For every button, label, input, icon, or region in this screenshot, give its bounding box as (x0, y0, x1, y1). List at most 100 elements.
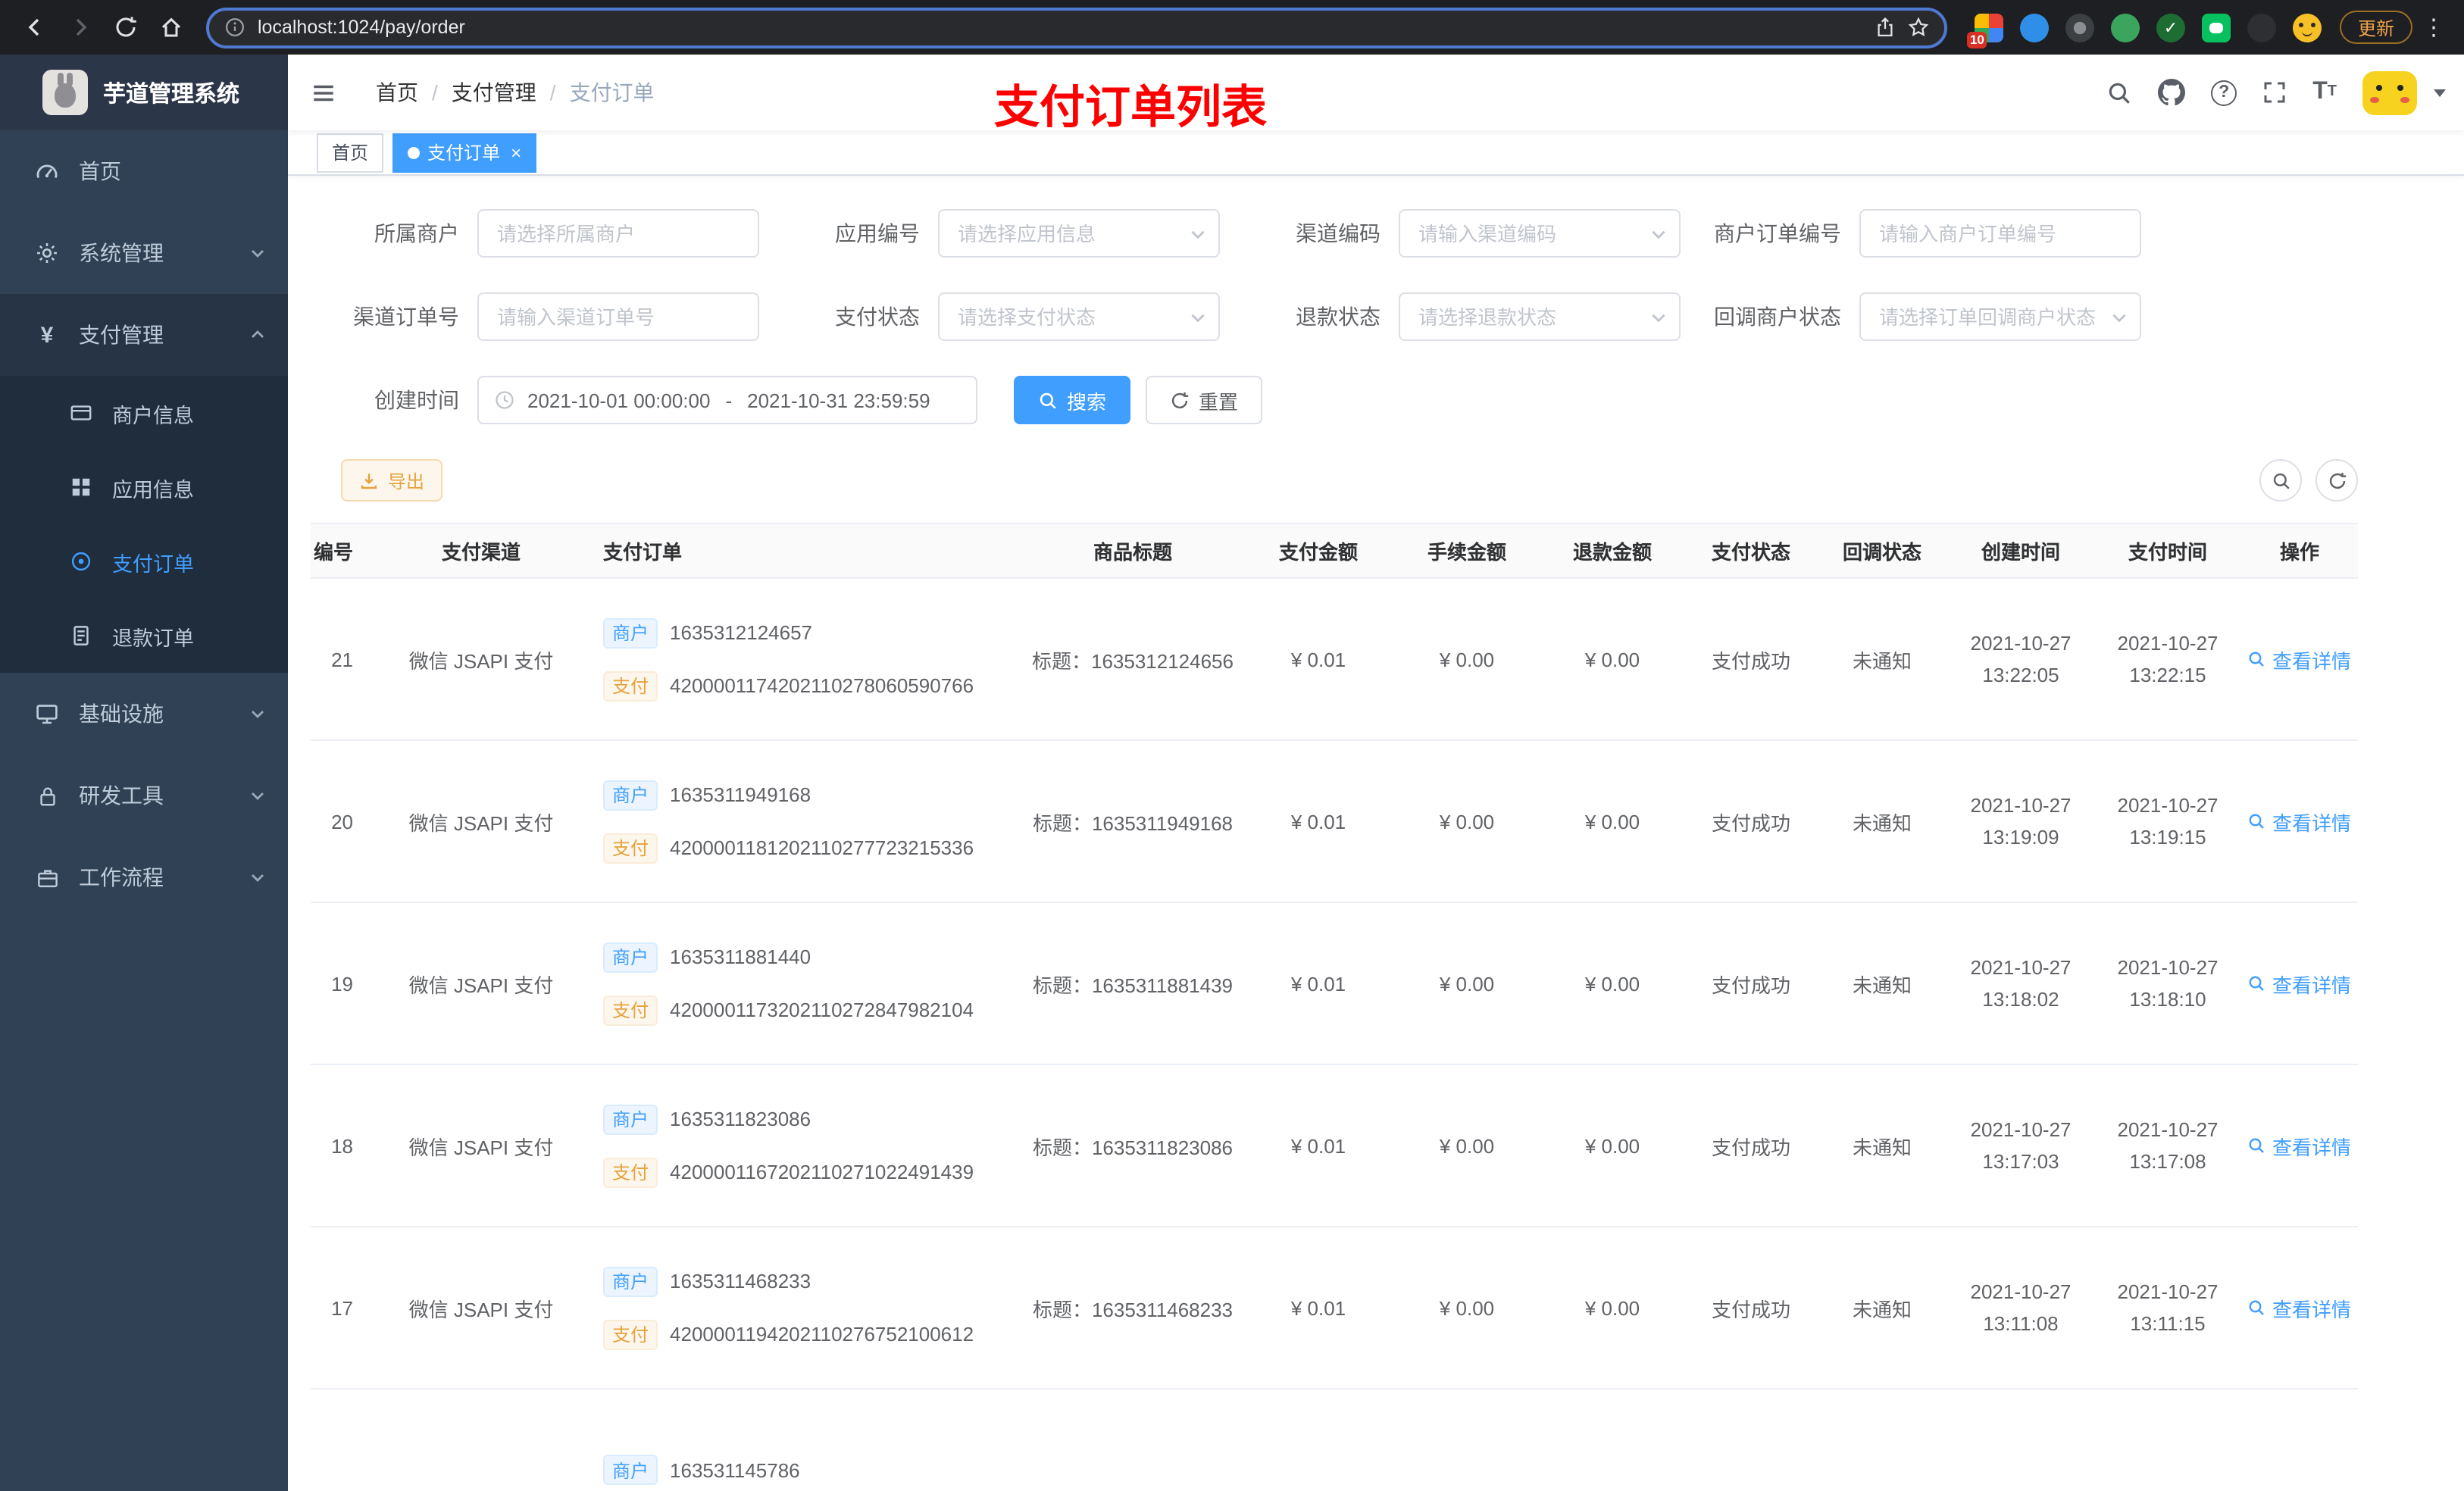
sidebar-item-pay[interactable]: ¥ 支付管理 (0, 294, 288, 376)
merchant-select[interactable] (479, 211, 758, 256)
cell-title: 标题：1635311823086 (1023, 1064, 1243, 1227)
table-toolbar: 导出 (311, 459, 2449, 502)
channel-code-select[interactable] (1400, 211, 1679, 256)
site-info-icon[interactable] (224, 17, 245, 38)
extension-icon[interactable] (2292, 13, 2322, 42)
avatar-caret-icon[interactable] (2434, 89, 2446, 96)
sidebar-item-system[interactable]: 系统管理 (0, 212, 288, 294)
merchant-order-no-input[interactable] (1861, 211, 2140, 256)
view-detail-link[interactable]: 查看详情 (2248, 969, 2351, 998)
cell-fee: ¥ 0.00 (1394, 1064, 1540, 1227)
breadcrumb-item[interactable]: 首页 (376, 77, 418, 108)
sidebar-item-app-info[interactable]: 应用信息 (0, 450, 288, 524)
date-start-value: 2021-10-01 00:00:00 (527, 389, 711, 411)
filter-label: 创建时间 (374, 388, 459, 412)
forward-icon[interactable] (61, 8, 100, 47)
browser-update-button[interactable]: 更新 (2339, 11, 2412, 44)
create-time-range-picker[interactable]: 2021-10-01 00:00:00 - 2021-10-31 23:59:5… (477, 376, 977, 424)
cell-amount: ¥ 0.01 (1243, 578, 1394, 741)
sidebar-item-workflow[interactable]: 工作流程 (0, 836, 288, 918)
page-title: 支付订单列表 (994, 83, 1267, 133)
help-icon[interactable]: ? (2211, 80, 2237, 105)
fullscreen-icon[interactable] (2262, 80, 2287, 105)
cell-status: 支付成功 (1685, 902, 1817, 1065)
breadcrumb-item[interactable]: 支付管理 (452, 77, 536, 108)
pay-tag: 支付 (603, 670, 658, 701)
cell-title: 标题：1635311468233 (1023, 1227, 1243, 1389)
share-icon[interactable] (1875, 17, 1896, 38)
extension-icon[interactable]: 10 (1966, 13, 2003, 48)
cell-fee: ¥ 0.00 (1394, 578, 1540, 741)
reload-icon[interactable] (106, 8, 145, 47)
cell-notify: 未通知 (1817, 1064, 1947, 1227)
extension-icon[interactable] (2110, 13, 2140, 42)
app-title: 芋道管理系统 (103, 81, 240, 107)
bookmark-star-icon[interactable] (1908, 17, 1929, 38)
cell-refund: ¥ 0.00 (1540, 1064, 1685, 1227)
extension-check-icon[interactable]: ✓ (2156, 13, 2185, 42)
cell-channel (371, 1389, 591, 1491)
url-text[interactable]: localhost:1024/pay/order (258, 17, 1862, 38)
address-bar[interactable]: localhost:1024/pay/order (206, 7, 1947, 48)
pay-status-select[interactable] (940, 294, 1218, 339)
close-icon[interactable]: × (511, 143, 521, 161)
tab-label: 支付订单 (427, 142, 501, 164)
search-icon[interactable] (2106, 80, 2132, 105)
sidebar-item-merchant-info[interactable]: 商户信息 (0, 376, 288, 450)
reset-button[interactable]: 重置 (1146, 376, 1263, 424)
view-detail-link[interactable]: 查看详情 (2248, 645, 2351, 674)
refund-status-select[interactable] (1400, 294, 1679, 339)
filter-label: 渠道编码 (1296, 221, 1381, 245)
app-logo[interactable]: 芋道管理系统 (0, 55, 288, 130)
app-id-select[interactable] (940, 211, 1218, 256)
extension-icon[interactable] (2019, 13, 2049, 42)
search-button[interactable]: 搜索 (1014, 376, 1131, 424)
column-header: 回调状态 (1817, 523, 1947, 579)
font-size-icon[interactable]: TT (2312, 80, 2337, 105)
sidebar-item-infra[interactable]: 基础设施 (0, 673, 288, 755)
cell-order: 商户 163531145786 (591, 1389, 1023, 1491)
cell-action: 查看详情 (2241, 740, 2358, 903)
cell-create-time: 2021-10-27 13:17:03 (1947, 1064, 2094, 1227)
view-detail-link[interactable]: 查看详情 (2248, 1131, 2351, 1160)
extension-icon[interactable] (2065, 13, 2094, 42)
active-dot-icon (408, 146, 421, 158)
sidebar-item-devtools[interactable]: 研发工具 (0, 755, 288, 836)
sidebar-item-home[interactable]: 首页 (0, 130, 288, 212)
avatar[interactable] (2362, 70, 2417, 114)
sidebar-item-pay-order[interactable]: 支付订单 (0, 524, 288, 599)
sidebar-item-label: 支付管理 (79, 323, 164, 347)
cell-order: 商户 1635312124657 支付 4200001174202110278060… (591, 578, 1023, 741)
extension-icon[interactable] (2201, 13, 2231, 42)
view-detail-link[interactable]: 查看详情 (2248, 807, 2351, 836)
column-header: 支付订单 (591, 523, 1023, 579)
toggle-search-button[interactable] (2259, 459, 2302, 502)
tab-home[interactable]: 首页 (317, 133, 384, 172)
cell-title: 标题：1635311949168 (1023, 740, 1243, 903)
filter-label: 所属商户 (374, 221, 459, 245)
back-icon[interactable] (15, 8, 55, 47)
notify-status-select[interactable] (1861, 294, 2140, 339)
cell-pay-time: 2021-10-27 13:18:10 (2094, 902, 2241, 1065)
cell-id: 19 (311, 902, 371, 1065)
export-button[interactable]: 导出 (341, 459, 443, 502)
cell-status: 支付成功 (1685, 1227, 1817, 1389)
hamburger-icon[interactable] (311, 80, 336, 105)
github-icon[interactable] (2158, 79, 2186, 106)
refresh-button[interactable] (2315, 459, 2358, 502)
sidebar-item-refund-order[interactable]: 退款订单 (0, 599, 288, 673)
filter-label: 回调商户状态 (1714, 305, 1841, 329)
extension-icon[interactable] (2247, 13, 2276, 42)
merchant-tag: 商户 (603, 1455, 658, 1485)
cell-create-time: 2021-10-27 13:19:09 (1947, 740, 2094, 903)
channel-order-no-input[interactable] (479, 294, 758, 339)
cell-order: 商户 1635311949168 支付 4200001181202110277723… (591, 740, 1023, 903)
cell-pay-time: 2021-10-27 13:17:08 (2094, 1064, 2241, 1227)
home-icon[interactable] (152, 8, 191, 47)
cell-id: 18 (311, 1064, 371, 1227)
table-row: 19 微信 JSAPI 支付 商户 1635311881440 支付 4200001… (311, 902, 2358, 1065)
tab-pay-order[interactable]: 支付订单 × (392, 133, 537, 172)
cell-fee: ¥ 0.00 (1394, 740, 1540, 903)
view-detail-link[interactable]: 查看详情 (2248, 1293, 2351, 1322)
browser-menu-icon[interactable]: ⋮ (2419, 14, 2449, 41)
